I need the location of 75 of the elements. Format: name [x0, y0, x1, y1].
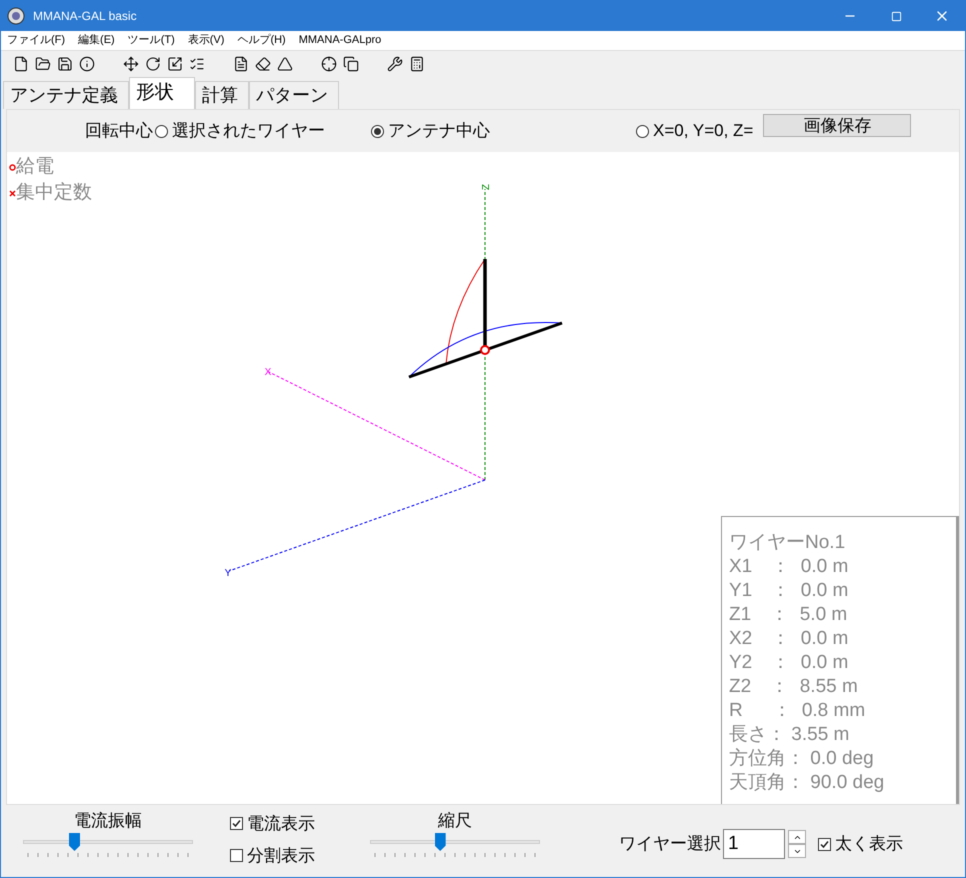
folder-icon[interactable]: [35, 56, 51, 72]
checkbox[interactable]: [818, 838, 831, 850]
copy-icon[interactable]: [343, 56, 359, 72]
slider-label: 電流振幅: [74, 810, 142, 832]
tab[interactable]: 形状: [129, 77, 195, 109]
wire-info-line: Y1 ： 0.0 m: [729, 579, 850, 603]
radio-label: 選択されたワイヤー: [172, 120, 325, 142]
move-icon[interactable]: [123, 56, 139, 72]
slider-thumb[interactable]: [434, 833, 446, 851]
triangle-icon[interactable]: [277, 56, 293, 72]
radio-button[interactable]: [155, 124, 168, 138]
legend-label: 集中定数: [16, 181, 92, 205]
menu-item[interactable]: MMANA-GALpro: [298, 32, 382, 49]
cross-marker-icon: [9, 190, 16, 196]
feed-point-marker: [480, 345, 490, 355]
wire-info-line: 方位角： 0.0 deg: [729, 747, 875, 771]
axis-label: Y: [224, 568, 232, 579]
checkbox-option[interactable]: 分割表示: [230, 842, 315, 868]
maximize-icon: [890, 10, 902, 22]
eraser-icon[interactable]: [255, 56, 271, 72]
save-image-button[interactable]: 画像保存: [763, 114, 912, 136]
wire-info-line: X2 ： 0.0 m: [729, 627, 850, 651]
radio-label: X=0, Y=0, Z=: [653, 120, 754, 142]
window-title: MMANA-GAL basic: [33, 8, 137, 25]
radio-option[interactable]: X=0, Y=0, Z=: [636, 118, 754, 144]
radio-button[interactable]: [636, 124, 649, 138]
save-icon[interactable]: [57, 56, 73, 72]
checkbox-label: 太く表示: [835, 833, 903, 856]
legend-label: 給電: [16, 155, 54, 179]
rotation-center-label: 回転中心: [85, 120, 153, 142]
tab[interactable]: 計算: [195, 81, 249, 109]
wire-info-line: Z2 ： 8.55 m: [729, 675, 859, 699]
checkbox-option[interactable]: 太く表示: [818, 831, 903, 857]
rotate-icon[interactable]: [145, 56, 161, 72]
circle-marker-icon: [9, 164, 16, 170]
app-logo-icon: [7, 7, 25, 25]
tools-icon[interactable]: [387, 56, 403, 72]
wire-info-line: Y2 ： 0.0 m: [729, 651, 850, 675]
wire-info-line: X1 ： 0.0 m: [729, 555, 850, 579]
tab[interactable]: パターン: [249, 81, 339, 109]
info-icon[interactable]: [79, 56, 95, 72]
wire-info-line: 天頂角： 90.0 deg: [729, 771, 886, 795]
menu-item[interactable]: 編集(E): [78, 32, 115, 49]
menu-item[interactable]: 表示(V): [188, 32, 224, 49]
list-icon[interactable]: [189, 56, 205, 72]
wire-info-line: 長さ： 3.55 m: [729, 723, 850, 747]
file-icon[interactable]: [13, 56, 29, 72]
scale-icon[interactable]: [167, 56, 183, 72]
checkbox-label: 分割表示: [247, 844, 315, 866]
wire-info-line: R ： 0.8 mm: [729, 699, 866, 723]
checkbox[interactable]: [230, 848, 243, 862]
wire-info-line: Z1 ： 5.0 m: [729, 603, 848, 627]
slider-thumb[interactable]: [69, 833, 80, 851]
document-icon[interactable]: [233, 56, 249, 72]
checkbox-option[interactable]: 電流表示: [230, 811, 315, 836]
menu-item[interactable]: ヘルプ(H): [237, 32, 286, 49]
slider-label: 縮尺: [438, 810, 472, 832]
radio-label: アンテナ中心: [388, 120, 490, 142]
axis-label: X: [264, 367, 272, 378]
radio-button[interactable]: [371, 124, 384, 138]
slider-track[interactable]: [367, 833, 543, 851]
slider-track[interactable]: [20, 833, 196, 851]
checkbox[interactable]: [230, 817, 243, 830]
radio-option[interactable]: 選択されたワイヤー: [155, 118, 325, 144]
axis-label: Z: [481, 184, 492, 190]
wire-select-field[interactable]: 1: [723, 829, 785, 859]
crosshair-icon[interactable]: [321, 56, 337, 72]
menu-item[interactable]: ツール(T): [128, 32, 175, 49]
radio-option[interactable]: アンテナ中心: [371, 118, 490, 144]
checkbox-label: 電流表示: [247, 813, 315, 835]
wire-select-label: ワイヤー選択: [619, 833, 721, 856]
tab[interactable]: アンテナ定義: [3, 81, 129, 109]
menu-item[interactable]: ファイル(F): [7, 32, 66, 49]
calculator-icon[interactable]: [409, 56, 425, 72]
wire-info-title: ワイヤーNo.1: [729, 531, 846, 555]
